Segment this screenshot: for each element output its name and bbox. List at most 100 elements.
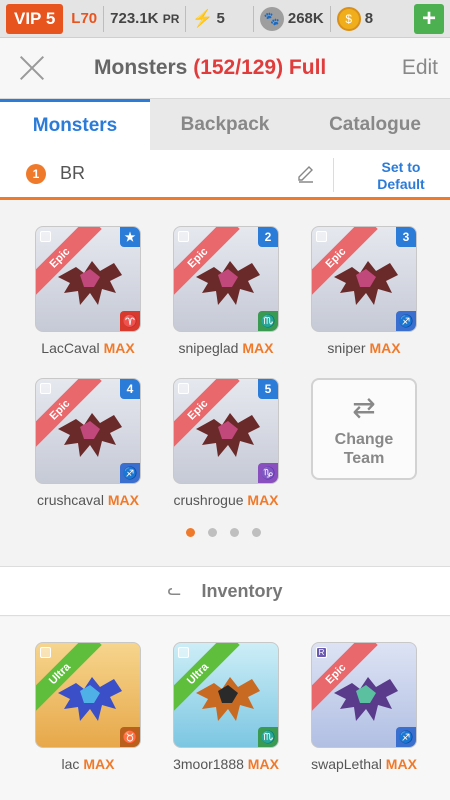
page-dot[interactable] [252, 528, 261, 537]
team-monster-label: snipeglad MAX [156, 340, 296, 356]
tag-icon [316, 231, 327, 242]
max-badge: MAX [247, 756, 279, 772]
zodiac-icon: ♐ [120, 463, 140, 483]
divider [252, 5, 254, 32]
max-badge: MAX [103, 340, 135, 356]
team-monster-label: crushcaval MAX [18, 492, 158, 508]
page-dot[interactable] [208, 528, 217, 537]
page-dot[interactable] [186, 528, 195, 537]
slot-badge: 5 [258, 379, 278, 399]
slot-badge: 4 [120, 379, 140, 399]
close-icon[interactable] [16, 52, 48, 84]
food-icon: 🐾 [259, 6, 284, 31]
team-monster-card[interactable]: Epic 3 ♐ [311, 226, 417, 332]
change-team-label: Change Team [334, 431, 394, 467]
inv-monster-label: 3moor1888 MAX [156, 756, 296, 772]
monster-art [58, 261, 122, 305]
status-bar: VIP 5 L70 723.1K PR ⚡ 5 🐾 268K $ 8 + [0, 0, 450, 38]
page-header: Monsters (152/129) Full Edit [0, 38, 450, 98]
monster-art [334, 261, 398, 305]
monster-name: sniper [327, 340, 370, 356]
zodiac-icon: ♐ [396, 727, 416, 747]
monster-art [196, 261, 260, 305]
inv-monster-card[interactable]: Ultra ♉ [35, 642, 141, 748]
tag-icon [178, 647, 189, 658]
team-number-badge: 1 [26, 163, 46, 184]
team-monster-label: LacCaval MAX [18, 340, 158, 356]
inv-monster-card[interactable]: R Epic ♐ [311, 642, 417, 748]
inv-monster-label: swapLethal MAX [294, 756, 434, 772]
power-rating: 723.1K PR [110, 10, 180, 27]
tag-icon: R [316, 647, 327, 658]
max-badge: MAX [107, 492, 139, 508]
page-indicator [186, 528, 261, 537]
team-monster-card[interactable]: Epic 5 ♑ [173, 378, 279, 484]
monster-name: LacCaval [41, 340, 104, 356]
tag-icon [178, 383, 189, 394]
zodiac-icon: ♏ [258, 727, 278, 747]
zodiac-icon: ♑ [258, 463, 278, 483]
divider [333, 158, 334, 192]
cat-icon: ᓚ [167, 582, 182, 599]
max-badge: MAX [369, 340, 401, 356]
slot-badge: 3 [396, 227, 416, 247]
tag-icon [40, 647, 51, 658]
monster-count: (152/129) Full [193, 56, 327, 79]
zodiac-icon: ♈ [120, 311, 140, 331]
pencil-icon[interactable] [296, 164, 316, 184]
team-monster-card[interactable]: Epic ★ ♈ [35, 226, 141, 332]
max-badge: MAX [242, 340, 274, 356]
monster-art [196, 677, 260, 721]
team-monster-card[interactable]: Epic 4 ♐ [35, 378, 141, 484]
energy-count: 5 [216, 10, 225, 27]
tab-catalogue[interactable]: Catalogue [300, 99, 450, 150]
change-team-button[interactable]: ⇄ Change Team [311, 378, 417, 480]
tab-bar: Monsters Backpack Catalogue [0, 98, 450, 150]
divider [185, 5, 187, 32]
inventory-label: Inventory [201, 580, 283, 601]
add-currency-button[interactable]: + [414, 4, 444, 34]
zodiac-icon: ♏ [258, 311, 278, 331]
monster-name: crushcaval [37, 492, 108, 508]
swap-icon: ⇄ [352, 392, 376, 423]
tab-monsters[interactable]: Monsters [0, 99, 150, 150]
team-name: BR [60, 163, 86, 183]
inv-monster-label: lac MAX [18, 756, 158, 772]
monster-name: swapLethal [311, 756, 386, 772]
tag-icon [178, 231, 189, 242]
max-badge: MAX [247, 492, 279, 508]
monster-art [58, 677, 122, 721]
max-badge: MAX [385, 756, 417, 772]
divider [103, 5, 105, 32]
monster-art [196, 413, 260, 457]
slot-badge: ★ [120, 227, 140, 247]
max-badge: MAX [83, 756, 115, 772]
coin-count: 8 [364, 10, 374, 27]
monster-art [58, 413, 122, 457]
monster-art [334, 677, 398, 721]
page-title: Monsters (152/129) Full [94, 56, 327, 79]
inv-monster-card[interactable]: Ultra ♏ [173, 642, 279, 748]
team-monster-label: crushrogue MAX [156, 492, 296, 508]
team-monster-card[interactable]: Epic 2 ♏ [173, 226, 279, 332]
tag-icon [40, 231, 51, 242]
slot-badge: 2 [258, 227, 278, 247]
page-dot[interactable] [230, 528, 239, 537]
edit-button[interactable]: Edit [402, 56, 438, 80]
level-label: L70 [71, 10, 98, 27]
monster-name: crushrogue [173, 492, 248, 508]
zodiac-icon: ♉ [120, 727, 140, 747]
monster-name: snipeglad [178, 340, 243, 356]
monster-name: 3moor1888 [173, 756, 248, 772]
monster-name: lac [61, 756, 84, 772]
inventory-header: ᓚ Inventory [0, 566, 450, 616]
team-row: 1 BR Set to Default [0, 150, 450, 200]
vip-badge[interactable]: VIP 5 [6, 3, 64, 34]
set-to-default-button[interactable]: Set to Default [360, 159, 442, 193]
food-count: 268K [287, 10, 324, 27]
divider [329, 5, 331, 32]
coin-icon: $ [336, 6, 361, 31]
tag-icon [40, 383, 51, 394]
zodiac-icon: ♐ [396, 311, 416, 331]
tab-backpack[interactable]: Backpack [150, 99, 300, 150]
